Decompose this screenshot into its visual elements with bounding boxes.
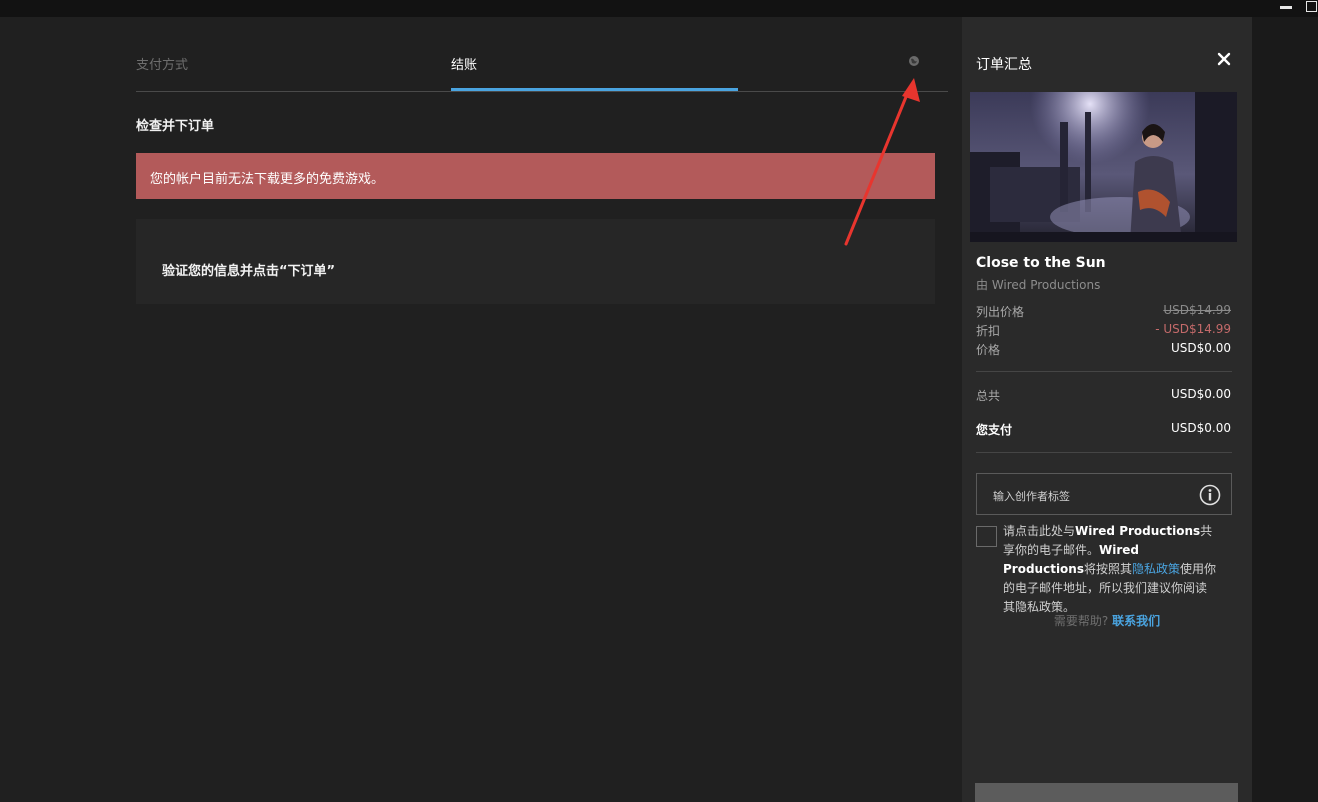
- place-order-button[interactable]: [975, 783, 1238, 802]
- you-pay-label: 您支付: [976, 423, 1013, 437]
- company-name: Wired Productions: [1075, 524, 1201, 538]
- active-tab-indicator: [451, 88, 738, 91]
- globe-icon[interactable]: [908, 55, 920, 67]
- share-email-text: 请点击此处与Wired Productions共享你的电子邮件。Wired Pr…: [1003, 522, 1217, 617]
- share-text-part: 将按照其: [1083, 562, 1132, 576]
- creator-tag-placeholder: 输入创作者标签: [993, 490, 1070, 503]
- share-text-part: 请点击此处与: [1003, 524, 1076, 538]
- error-message: 您的帐户目前无法下载更多的免费游戏。: [150, 172, 385, 187]
- price-label: 价格: [976, 343, 1001, 357]
- order-summary-panel: 订单汇总 Close to the Sun 由 Wired Production…: [962, 17, 1252, 802]
- discount-value: - USD$14.99: [1155, 322, 1231, 336]
- price-value: USD$0.00: [1171, 341, 1231, 355]
- divider: [976, 452, 1232, 453]
- creator-tag-input[interactable]: 输入创作者标签: [976, 473, 1232, 515]
- total-label: 总共: [976, 389, 1001, 403]
- tab-payment-method[interactable]: 支付方式: [136, 54, 188, 73]
- you-pay-value: USD$0.00: [1171, 421, 1231, 435]
- privacy-policy-link[interactable]: 隐私政策: [1132, 562, 1180, 576]
- contact-us-link[interactable]: 联系我们: [1112, 614, 1160, 628]
- window-titlebar: [0, 0, 1318, 17]
- close-icon[interactable]: [1216, 51, 1232, 67]
- help-line: 需要帮助? 联系我们: [962, 612, 1252, 629]
- divider: [976, 371, 1232, 372]
- publisher: 由 Wired Productions: [976, 278, 1101, 292]
- game-cover-image[interactable]: [970, 92, 1237, 242]
- tabs-divider: [136, 91, 948, 92]
- tab-checkout[interactable]: 结账: [451, 54, 477, 73]
- maximize-icon[interactable]: [1306, 1, 1317, 12]
- minimize-icon[interactable]: [1280, 6, 1292, 9]
- game-title: Close to the Sun: [976, 255, 1106, 271]
- total-value: USD$0.00: [1171, 387, 1231, 401]
- help-text: 需要帮助?: [1053, 614, 1109, 628]
- discount-label: 折扣: [976, 324, 1001, 338]
- list-price-label: 列出价格: [976, 305, 1025, 319]
- summary-title: 订单汇总: [976, 57, 1032, 73]
- verify-info-box: 验证您的信息并点击“下订单”: [136, 219, 935, 304]
- error-banner: 您的帐户目前无法下载更多的免费游戏。: [136, 153, 935, 199]
- info-icon[interactable]: [1199, 484, 1221, 506]
- window-side-strip: [1252, 17, 1318, 802]
- verify-text: 验证您的信息并点击“下订单”: [162, 264, 336, 279]
- list-price-value: USD$14.99: [1163, 303, 1231, 317]
- section-title: 检查并下订单: [136, 119, 215, 134]
- share-email-checkbox[interactable]: [976, 526, 997, 547]
